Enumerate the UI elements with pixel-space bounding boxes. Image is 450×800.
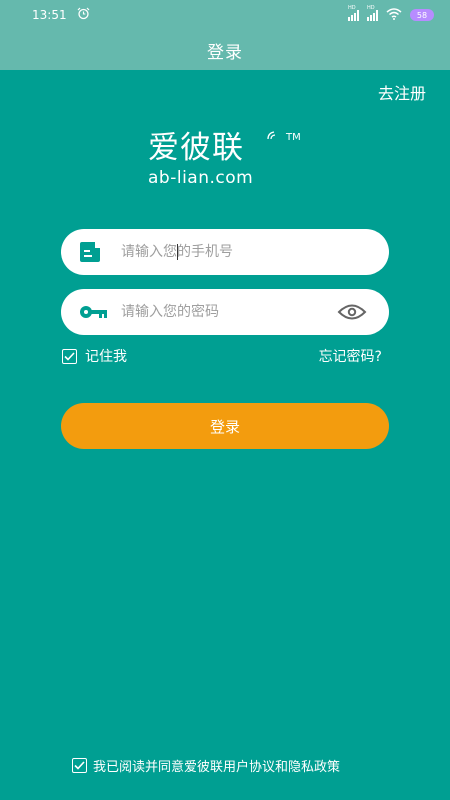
logo-name: 爱彼联: [148, 130, 244, 166]
signal-waves-icon: [266, 126, 282, 145]
agreement-checkbox[interactable]: [72, 758, 87, 773]
title-bar: 登录: [0, 30, 450, 70]
password-field[interactable]: [61, 289, 389, 335]
phone-card-icon: [79, 241, 103, 263]
agreement-text[interactable]: 我已阅读并同意爱彼联用户协议和隐私政策: [93, 756, 340, 775]
check-icon: [64, 351, 75, 361]
eye-icon[interactable]: [337, 303, 367, 321]
remember-me-checkbox[interactable]: [62, 348, 77, 364]
remember-me-label: 记住我: [85, 349, 127, 365]
battery-level: 58: [416, 10, 428, 20]
phone-input[interactable]: [121, 229, 341, 275]
signal-icon: HD: [348, 5, 359, 21]
status-time: 13:51: [32, 8, 67, 22]
key-icon: [79, 304, 109, 320]
forgot-password-link[interactable]: 忘记密码?: [319, 346, 382, 366]
logo-trademark: TM: [286, 132, 301, 143]
page-title: 登录: [207, 42, 243, 63]
app-logo: 爱彼联 TM ab-lian.com: [148, 128, 308, 188]
password-input[interactable]: [121, 289, 341, 335]
login-button[interactable]: 登录: [61, 403, 389, 449]
wifi-icon: [386, 7, 402, 23]
remember-me-option[interactable]: 记住我: [62, 346, 127, 366]
logo-domain: ab-lian.com: [148, 168, 254, 188]
status-bar: 13:51 HD HD 58: [0, 0, 450, 30]
phone-field[interactable]: [61, 229, 389, 275]
agreement-option[interactable]: 我已阅读并同意爱彼联用户协议和隐私政策: [72, 756, 340, 775]
signal-tag-2: HD: [367, 4, 375, 11]
register-link[interactable]: 去注册: [378, 80, 426, 104]
battery-indicator: 58: [410, 9, 434, 21]
signal-tag: HD: [348, 4, 356, 11]
signal-icon-2: HD: [367, 5, 378, 21]
alarm-clock-icon: [77, 7, 90, 23]
check-icon: [74, 761, 85, 770]
